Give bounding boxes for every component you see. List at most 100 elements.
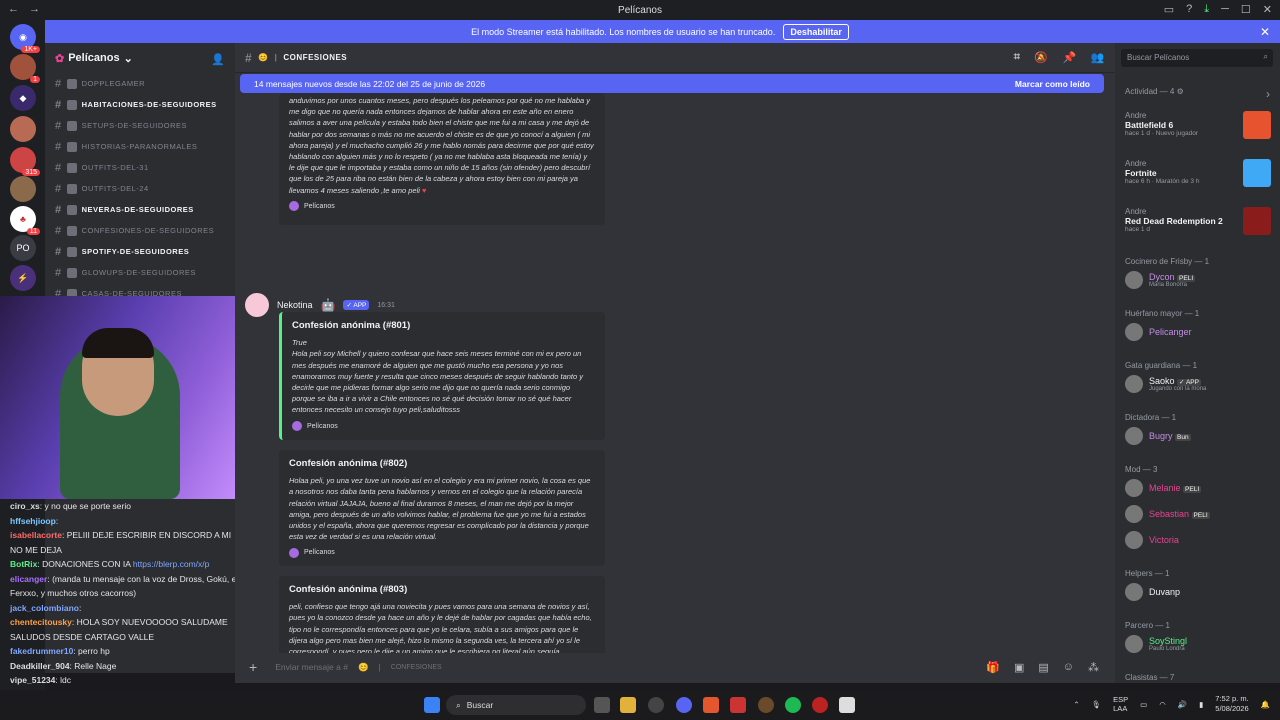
volume-icon[interactable]: 🔊 [1178,700,1187,709]
channel-item[interactable]: # spotify-de-seguidores [45,241,235,262]
gift-icon[interactable]: 🎁 [986,661,1000,674]
server-icon[interactable]: 1 [10,54,40,83]
lang-indicator[interactable]: ESP LAA [1113,695,1128,713]
close-banner-icon[interactable]: ✕ [1260,25,1270,39]
threads-icon[interactable]: ⌗ [1014,51,1021,64]
activity-card[interactable]: Andre Battlefield 6 hace 1 d · Nuevo jugad… [1125,111,1275,139]
close-window-icon[interactable]: ✕ [1263,3,1272,16]
gear-icon[interactable]: ⚙ [1177,87,1184,96]
display-icon[interactable]: ▭ [1140,700,1147,709]
chat-user[interactable]: Deadkiller_904 [10,661,70,671]
channel-item[interactable]: # outfits-del-31 [45,157,235,178]
chat-user[interactable]: elicanger [10,574,47,584]
home-server-icon[interactable]: ◉ 1K+ [10,24,40,53]
channel-item[interactable]: # glowups-de-seguidores [45,262,235,283]
server-icon[interactable] [10,116,36,142]
server-header[interactable]: ✿ Pelícanos ⌄ 👤 [45,43,235,73]
gif-icon[interactable]: ▣ [1014,661,1024,674]
obs-icon[interactable] [648,697,664,713]
chat-header: # 😊 | CONFESIONES ⌗ 🔕 📌 👥 [235,43,1115,73]
channel-item[interactable]: # neveras-de-seguidores [45,199,235,220]
hash-icon: # [55,203,62,216]
composer-placeholder[interactable]: Enviar mensaje a # [275,662,348,672]
brave-icon[interactable] [703,697,719,713]
download-icon[interactable]: ⤓ [1204,3,1209,16]
member-item[interactable]: Pelicanger [1125,323,1192,341]
discord-icon[interactable] [676,697,692,713]
apps-icon[interactable]: ⁂ [1088,661,1099,674]
channel-item[interactable]: # dopplegamer [45,73,235,94]
search-input[interactable]: Buscar Pelícanos ⌕ [1121,49,1273,67]
sticker-icon[interactable]: ▤ [1038,661,1048,674]
taskbar-search[interactable]: ⌕ Buscar [446,695,586,715]
disable-streamer-button[interactable]: Deshabilitar [783,23,849,40]
chat-user[interactable]: hffsehjioop [10,516,56,526]
add-attachment-icon[interactable]: + [249,659,257,675]
help-icon[interactable]: ? [1186,3,1192,16]
member-item[interactable]: Saoko ✓ APP Jugando con la mona [1125,375,1206,393]
app-icon[interactable] [839,697,855,713]
chat-user[interactable]: ciro_xs [10,501,40,511]
member-item[interactable]: SoyStingl Paulo Londra [1125,635,1187,653]
server-icon[interactable] [10,176,36,202]
avatar [1125,427,1143,445]
chat-user[interactable]: fakedrummer10 [10,646,73,656]
author-name[interactable]: Nekotina [277,300,313,310]
member-item[interactable]: Bugry Bun [1125,427,1191,445]
channel-item[interactable]: # outfits-del-24 [45,178,235,199]
chevron-down-icon: ⌄ [123,52,133,65]
chat-line: hffsehjioop: [10,515,59,526]
emoji-picker-icon[interactable]: ☺ [1063,661,1074,674]
member-item[interactable]: Sebastian PELI [1125,505,1210,523]
activity-card[interactable]: Andre Fortnite hace 6 h · Maratón de 3 h [1125,159,1275,187]
chat-user[interactable]: jack_colombiano [10,603,79,613]
app-icon[interactable] [730,697,746,713]
clock[interactable]: 7:52 p. m. 5/08/2026 [1215,694,1248,714]
member-item[interactable]: Melanie PELI [1125,479,1202,497]
server-icon[interactable]: ◆ [10,85,36,111]
spotify-icon[interactable] [785,697,801,713]
server-icon[interactable]: 315 [10,147,40,176]
activity-card[interactable]: Andre Red Dead Redemption 2 hace 1 d [1125,207,1275,235]
member-item[interactable]: Victoria [1125,531,1179,549]
maximize-icon[interactable]: ☐ [1241,3,1251,16]
folder-icon[interactable] [620,697,636,713]
minimize-icon[interactable]: ─ [1221,3,1229,16]
inbox-icon[interactable]: ▭ [1164,3,1174,16]
mic-icon[interactable]: 🎙 [1092,700,1102,709]
add-member-icon[interactable]: 👤 [211,53,225,66]
taskview-icon[interactable] [594,697,610,713]
member-item[interactable]: Dycon PELI Maria Bonorra [1125,271,1196,289]
server-icon[interactable]: PO [10,235,36,261]
chat-user[interactable]: vipe_51234 [10,675,55,685]
channel-item[interactable]: # setups-de-seguidores [45,115,235,136]
mute-icon[interactable]: 🔕 [1034,51,1048,64]
chat-link[interactable]: https://blerp.com/x/p [133,559,210,569]
chevron-up-icon[interactable]: ⌃ [1073,700,1079,709]
mark-read-button[interactable]: Marcar como leído [1015,79,1090,89]
server-icon[interactable]: ⚡ [10,265,36,291]
app-icon[interactable] [812,697,828,713]
chat-user[interactable]: isabellacorte [10,530,62,540]
forward-icon[interactable]: → [29,3,40,15]
avatar[interactable] [245,293,269,317]
member-item[interactable]: Duvanp [1125,583,1180,601]
new-messages-bar[interactable]: 14 mensajes nuevos desde las 22:02 del 2… [240,74,1104,93]
chevron-right-icon[interactable]: › [1266,87,1270,101]
back-icon[interactable]: ← [8,3,19,15]
channel-item[interactable]: # confesiones-de-seguidores [45,220,235,241]
server-icon[interactable]: ♣ 11 [10,206,40,235]
members-icon[interactable]: 👥 [1091,51,1105,64]
app-icon[interactable] [758,697,774,713]
chat-area: # 😊 | CONFESIONES ⌗ 🔕 📌 👥 14 mensajes nu… [235,43,1115,683]
pin-icon[interactable]: 📌 [1063,51,1077,64]
battery-icon[interactable]: ▮ [1199,700,1203,709]
start-icon[interactable] [424,697,440,713]
chat-user[interactable]: BotRix [10,559,37,569]
channel-item[interactable]: # historias-paranormales [45,136,235,157]
message-composer[interactable]: + Enviar mensaje a # 😊 | CONFESIONES 🎁 ▣… [235,651,1115,683]
wifi-icon[interactable]: ◠ [1159,700,1166,709]
notifications-icon[interactable]: 🔔 [1261,700,1270,709]
channel-item[interactable]: # habitaciones-de-seguidores [45,94,235,115]
chat-user[interactable]: chentecitousky [10,617,72,627]
